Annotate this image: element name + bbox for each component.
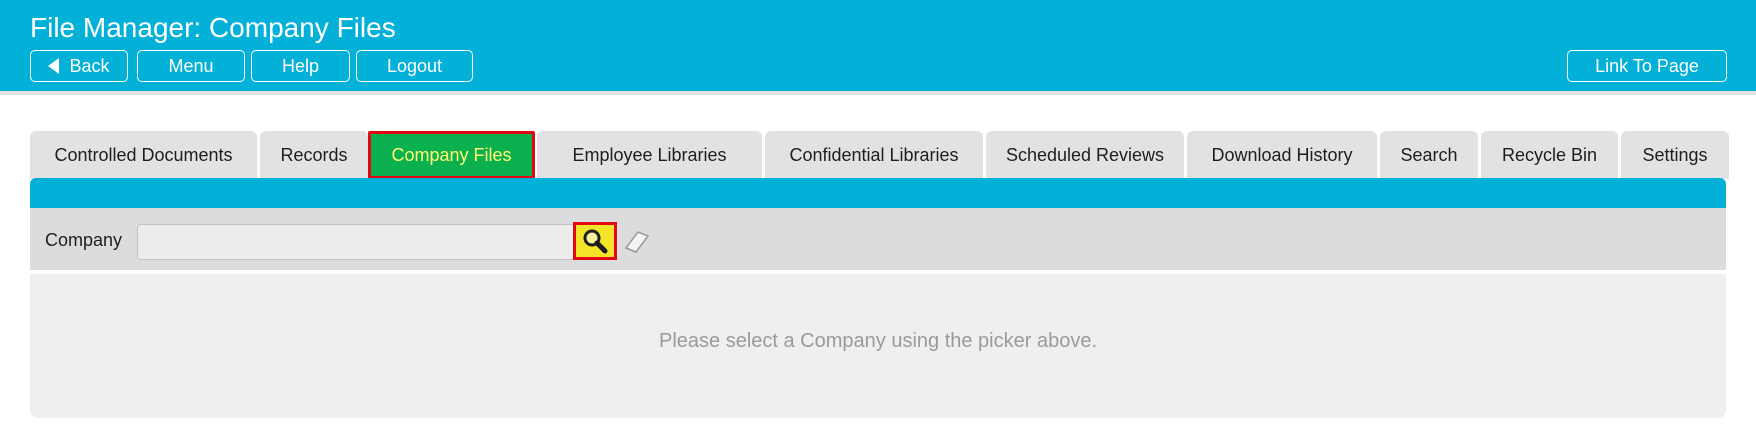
eraser-icon[interactable] [622,226,652,256]
link-to-page-button[interactable]: Link To Page [1567,50,1727,82]
help-button-label: Help [281,55,320,76]
tab-label: Search [1400,144,1458,165]
tab-label: Controlled Documents [54,144,233,165]
tab-label: Scheduled Reviews [1005,144,1165,165]
tab-controlled-documents[interactable]: Controlled Documents [30,131,257,179]
tab-label: Settings [1642,144,1708,165]
tab-label: Download History [1211,144,1353,165]
company-search-button[interactable] [573,222,617,260]
magnifier-icon [583,229,608,254]
tab-scheduled-reviews[interactable]: Scheduled Reviews [986,131,1184,179]
tab-employee-libraries[interactable]: Employee Libraries [537,131,762,179]
section-header-bar [30,178,1726,208]
help-button[interactable]: Help [251,50,350,82]
company-filter-bar: Company [30,208,1726,272]
tab-recycle-bin[interactable]: Recycle Bin [1481,131,1618,179]
tab-confidential-libraries[interactable]: Confidential Libraries [765,131,983,179]
tab-records[interactable]: Records [260,131,368,179]
link-to-page-button-label: Link To Page [1595,55,1699,76]
header-bar: File Manager: Company Files Back Menu He… [0,0,1756,95]
tab-download-history[interactable]: Download History [1187,131,1377,179]
empty-state-message: Please select a Company using the picker… [658,330,1098,352]
logout-button-label: Logout [386,55,443,76]
content-panel: Please select a Company using the picker… [30,274,1726,418]
tab-label: Company Files [391,144,512,165]
tab-search[interactable]: Search [1380,131,1478,179]
menu-button-label: Menu [168,55,214,76]
page-title: File Manager: Company Files [30,12,396,43]
back-button-label: Back [69,55,110,76]
menu-button[interactable]: Menu [137,50,245,82]
tab-settings[interactable]: Settings [1621,131,1729,179]
company-label: Company [45,230,123,250]
logout-button[interactable]: Logout [356,50,473,82]
tab-label: Records [280,144,348,165]
tab-label: Recycle Bin [1501,144,1598,165]
back-button[interactable]: Back [30,50,128,82]
back-arrow-icon [48,58,60,74]
tab-label: Employee Libraries [572,144,727,165]
company-picker-input[interactable] [137,224,577,260]
tab-label: Confidential Libraries [789,144,959,165]
tab-company-files[interactable]: Company Files [368,131,535,179]
